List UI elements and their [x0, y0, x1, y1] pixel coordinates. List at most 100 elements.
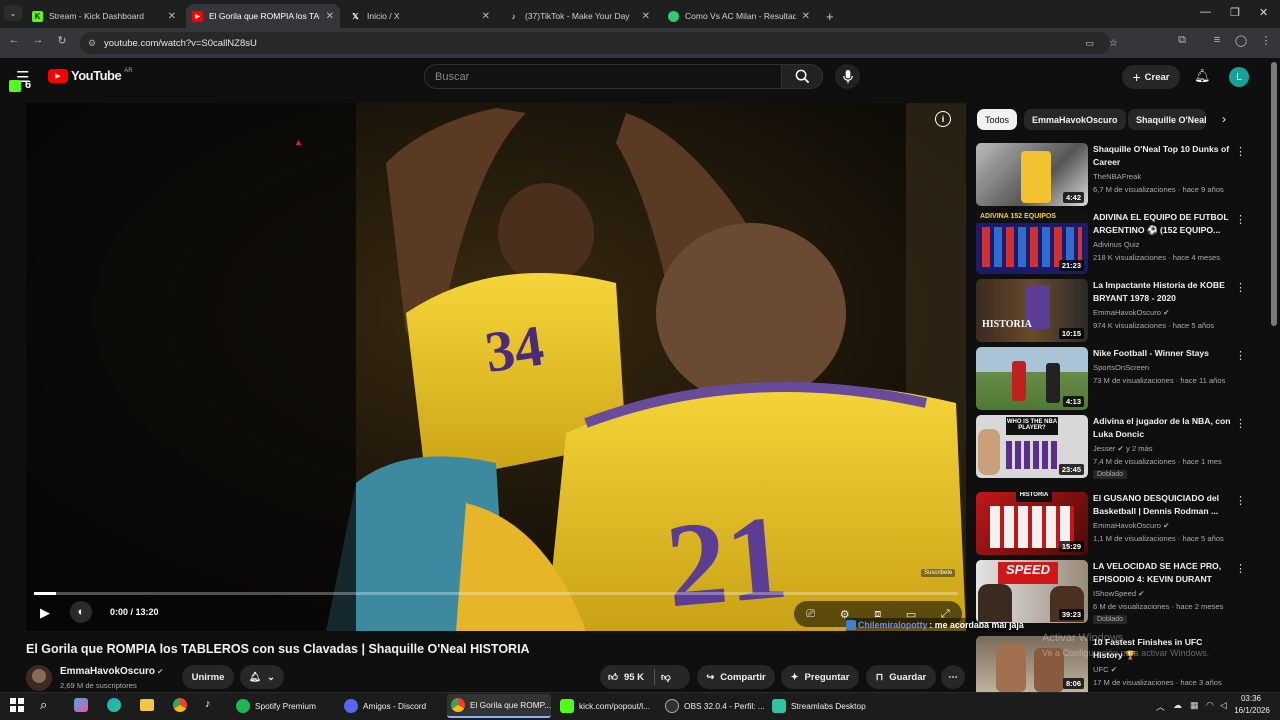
like-icon[interactable]: 👍︎ [608, 671, 618, 683]
more-options-icon[interactable]: ⋮ [1235, 281, 1246, 294]
clock-time[interactable]: 03:36 [1236, 694, 1266, 703]
forward-icon[interactable]: → [30, 34, 46, 46]
video-player[interactable]: 34 21 i ▲ Suscribete [26, 103, 966, 631]
video-thumbnail[interactable]: HISTORIA 15:29 [976, 492, 1088, 555]
close-icon[interactable]: ✕ [642, 11, 650, 22]
channel-avatar[interactable] [26, 665, 52, 691]
progress-bar[interactable] [34, 592, 958, 595]
video-thumbnail[interactable]: 4:13 [976, 347, 1088, 410]
reload-icon[interactable]: ↻ [54, 34, 70, 47]
recommendation-item[interactable]: ADIVINA 152 EQUIPOS 21:23 ADIVINA EL EQU… [976, 211, 1246, 275]
kick-icon [560, 699, 574, 713]
recommendation-item[interactable]: HISTORIA 10:15 La Impactante Historia de… [976, 279, 1246, 343]
save-button[interactable]: ⊓ Guardar [866, 665, 936, 689]
channel-name[interactable]: EmmaHavokOscuro [60, 666, 155, 677]
back-icon[interactable]: ← [6, 34, 22, 46]
chip-shaquille[interactable]: Shaquille O'Neal [1128, 109, 1206, 130]
tab-soccer-result[interactable]: Como Vs AC Milan - Resultado ✕ [662, 4, 816, 28]
join-button[interactable]: Unirme [182, 665, 234, 689]
taskbar-chrome-youtube[interactable]: El Gorila que ROMP... [447, 694, 551, 718]
info-icon[interactable]: i [935, 111, 951, 127]
share-button[interactable]: ↪ Compartir [697, 665, 775, 689]
subscribe-watermark[interactable]: Suscribete [921, 569, 956, 577]
close-icon[interactable]: ✕ [168, 11, 176, 22]
tab-search-button[interactable]: ⌄ [4, 5, 22, 21]
recommendation-item[interactable]: 4:13 Nike Football - Winner Stays Sports… [976, 347, 1246, 411]
copilot-icon[interactable] [74, 698, 88, 712]
tab-kick-dashboard[interactable]: K Stream - Kick Dashboard ✕ [26, 4, 182, 28]
onedrive-icon[interactable]: ☁ [1173, 700, 1182, 711]
more-options-icon[interactable]: ⋮ [1235, 494, 1246, 507]
recommendation-item[interactable]: WHO IS THE NBA PLAYER? 23:45 Adivina el … [976, 415, 1246, 479]
profile-icon[interactable]: ◯ [1233, 34, 1249, 47]
create-button[interactable]: + Crear [1122, 65, 1180, 89]
more-options-icon[interactable]: ⋮ [1235, 213, 1246, 226]
recommendation-item[interactable]: SPEED 39:23 LA VELOCIDAD SE HACE PRO, EP… [976, 560, 1246, 624]
more-options-icon[interactable]: ⋮ [1235, 349, 1246, 362]
tab-youtube[interactable]: ▶ El Gorila que ROMPIA los TABLE✕ [186, 4, 340, 28]
notifications-toggle[interactable]: 🔔︎ ⌄ [240, 665, 284, 689]
chip-all[interactable]: Todos [977, 109, 1018, 130]
cast-icon[interactable]: ▭ [1085, 38, 1094, 49]
site-info-icon[interactable]: ⚙ [88, 38, 96, 49]
window-close-icon[interactable]: ✕ [1259, 6, 1268, 19]
tray-chevron-icon[interactable]: ︿ [1156, 700, 1165, 713]
search-button[interactable] [781, 64, 823, 89]
bookmark-star-icon[interactable]: ☆ [1109, 38, 1118, 49]
edge-icon[interactable] [107, 698, 121, 712]
video-thumbnail[interactable]: SPEED 39:23 [976, 560, 1088, 623]
new-tab-button[interactable]: + [820, 4, 840, 28]
more-options-icon[interactable]: ⋮ [1235, 562, 1246, 575]
recommendation-item[interactable]: 4:42 Shaquille O'Neal Top 10 Dunks of Ca… [976, 143, 1246, 207]
tab-tiktok[interactable]: ♪ (37)TikTok - Make Your Day ✕ [502, 4, 656, 28]
media-controls-icon[interactable]: ≡ [1209, 34, 1225, 46]
ask-button[interactable]: ✦ Preguntar [781, 665, 859, 689]
play-icon[interactable]: ▶ [40, 605, 50, 621]
more-actions-button[interactable]: ⋯ [941, 665, 965, 689]
dislike-icon[interactable]: 👎︎ [661, 671, 671, 683]
page-scrollbar[interactable] [1271, 62, 1277, 326]
subtitles-icon[interactable]: ⎚ [806, 608, 815, 621]
speaker-icon[interactable]: ◁ [1220, 700, 1227, 711]
taskbar-spotify[interactable]: Spotify Premium [232, 694, 320, 718]
taskbar-streamlabs[interactable]: Streamlabs Desktop [768, 694, 870, 718]
wifi-icon[interactable]: ◠ [1206, 700, 1214, 711]
menu-dots-icon[interactable]: ⋮ [1258, 34, 1274, 47]
minimize-icon[interactable]: — [1200, 6, 1211, 18]
address-bar[interactable]: ⚙ youtube.com/watch?v=S0callNZ8sU ☆ ▭ [80, 32, 1118, 54]
notifications-bell-icon[interactable]: 🔔︎ [1194, 68, 1211, 84]
youtube-logo[interactable]: ▶ YouTube AR [48, 68, 133, 83]
video-thumbnail[interactable]: WHO IS THE NBA PLAYER? 23:45 [976, 415, 1088, 478]
close-icon[interactable]: ✕ [802, 11, 810, 22]
video-thumbnail[interactable]: 4:42 [976, 143, 1088, 206]
video-thumbnail[interactable]: 8:06 [976, 636, 1088, 692]
clock-date[interactable]: 16/1/2026 [1232, 706, 1272, 715]
taskbar-search-icon[interactable]: ⌕ [40, 697, 47, 713]
taskbar-discord[interactable]: Amigos - Discord [340, 694, 430, 718]
restore-icon[interactable]: ❐ [1230, 6, 1240, 19]
search-input[interactable]: Buscar [424, 64, 782, 89]
close-icon[interactable]: ✕ [326, 11, 334, 22]
extensions-icon[interactable]: ⧉ [1174, 34, 1190, 47]
chevron-right-icon[interactable]: › [1222, 112, 1226, 126]
recommendation-item[interactable]: HISTORIA 15:29 El GUSANO DESQUICIADO del… [976, 492, 1246, 556]
voice-search-button[interactable] [835, 64, 860, 89]
file-explorer-icon[interactable] [140, 699, 154, 711]
chip-channel[interactable]: EmmaHavokOscuro [1024, 109, 1126, 130]
chrome-icon[interactable] [173, 698, 187, 712]
tab-x[interactable]: 𝕏 Inicio / X ✕ [344, 4, 496, 28]
tiktok-taskbar-icon[interactable]: ♪ [205, 698, 219, 712]
recommendation-item[interactable]: 8:06 10 Fastest Finishes in UFC History … [976, 636, 1246, 692]
video-thumbnail[interactable]: ADIVINA 152 EQUIPOS 21:23 [976, 211, 1088, 274]
taskbar-obs[interactable]: OBS 32.0.4 - Perfil: ... [661, 694, 769, 718]
windows-start-icon[interactable] [10, 698, 24, 712]
more-options-icon[interactable]: ⋮ [1235, 417, 1246, 430]
more-options-icon[interactable]: ⋮ [1235, 145, 1246, 158]
close-icon[interactable]: ✕ [482, 11, 490, 22]
video-thumbnail[interactable]: HISTORIA 10:15 [976, 279, 1088, 342]
network-icon[interactable]: ▦ [1190, 700, 1199, 711]
volume-icon[interactable]: ◐ [70, 601, 92, 623]
account-avatar[interactable]: L [1229, 67, 1249, 87]
taskbar-kick-popout[interactable]: kick.com/popout/l... [556, 694, 654, 718]
like-count[interactable]: 95 K [624, 672, 644, 683]
